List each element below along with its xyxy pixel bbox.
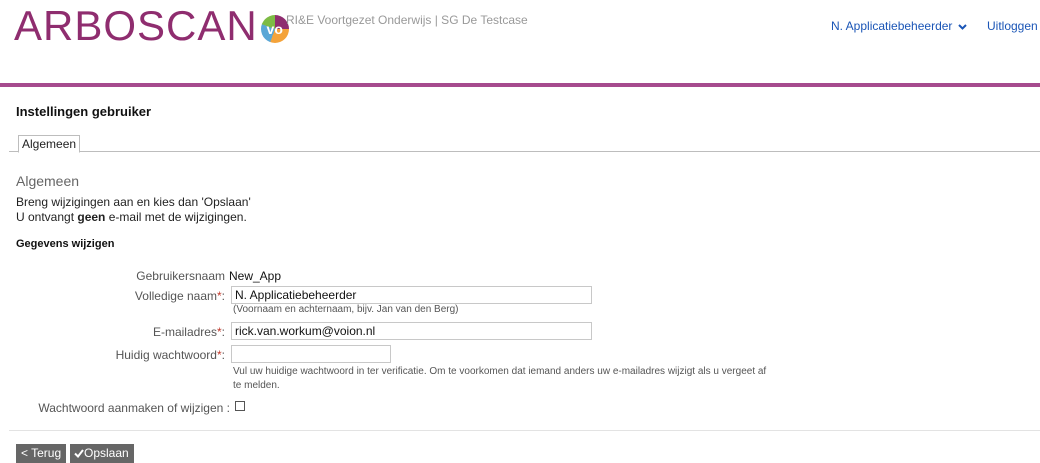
label-colon: :	[221, 289, 225, 303]
fullname-label: Volledige naam*:	[135, 289, 225, 303]
form-divider	[9, 430, 1040, 431]
subsection-title: Gegevens wijzigen	[16, 238, 115, 250]
logo-badge-icon: vo	[260, 15, 289, 43]
save-button-label: Opslaan	[84, 446, 129, 460]
password-hint-2: te melden.	[233, 380, 280, 391]
back-button[interactable]: < Terug	[16, 444, 67, 463]
page-title: Instellingen gebruiker	[16, 104, 152, 119]
intro-text-2-pre: U ontvangt	[16, 210, 78, 224]
fullname-hint: (Voornaam en achternaam, bijv. Jan van d…	[233, 304, 459, 315]
logout-link[interactable]: Uitloggen	[987, 19, 1038, 33]
intro-text: Breng wijzigingen aan en kies dan 'Opsla…	[16, 195, 251, 209]
email-label: E-mailadres*:	[153, 325, 225, 339]
intro-text-2: U ontvangt geen e-mail met de wijziginge…	[16, 210, 247, 224]
password-hint: Vul uw huidige wachtwoord in ter verific…	[233, 366, 767, 377]
password-input[interactable]	[231, 345, 391, 363]
intro-text-2-bold: geen	[77, 210, 106, 224]
section-title: Algemeen	[16, 173, 80, 189]
intro-text-2-post: e-mail met de wijzigingen.	[105, 210, 247, 224]
username-value: New_App	[229, 269, 282, 283]
fullname-label-text: Volledige naam	[134, 289, 217, 303]
change-password-label: Wachtwoord aanmaken of wijzigen :	[38, 401, 230, 415]
fullname-input[interactable]	[231, 286, 592, 304]
password-label: Huidig wachtwoord*:	[116, 348, 225, 362]
password-label-text: Huidig wachtwoord	[115, 348, 217, 362]
header-divider	[0, 83, 1040, 87]
email-label-text: E-mailadres	[152, 325, 217, 339]
change-password-checkbox[interactable]	[235, 401, 245, 411]
chevron-down-icon	[958, 24, 967, 30]
user-menu-label: N. Applicatiebeheerder	[831, 19, 953, 33]
save-button[interactable]: Opslaan	[70, 444, 134, 463]
logo-text: ARBOSCAN	[14, 2, 258, 49]
label-colon: :	[221, 348, 225, 362]
checkmark-icon	[74, 449, 84, 459]
tab-algemeen[interactable]: Algemeen	[18, 135, 81, 153]
email-input[interactable]	[231, 322, 592, 340]
tab-baseline	[9, 151, 1040, 152]
user-menu[interactable]: N. Applicatiebeheerder	[831, 19, 967, 33]
logo[interactable]: ARBOSCAN vo	[14, 4, 289, 48]
logo-badge-text: vo	[266, 21, 283, 37]
username-label: Gebruikersnaam	[136, 269, 225, 283]
label-colon: :	[221, 325, 225, 339]
organization-label: RI&E Voortgezet Onderwijs | SG De Testca…	[286, 13, 528, 27]
